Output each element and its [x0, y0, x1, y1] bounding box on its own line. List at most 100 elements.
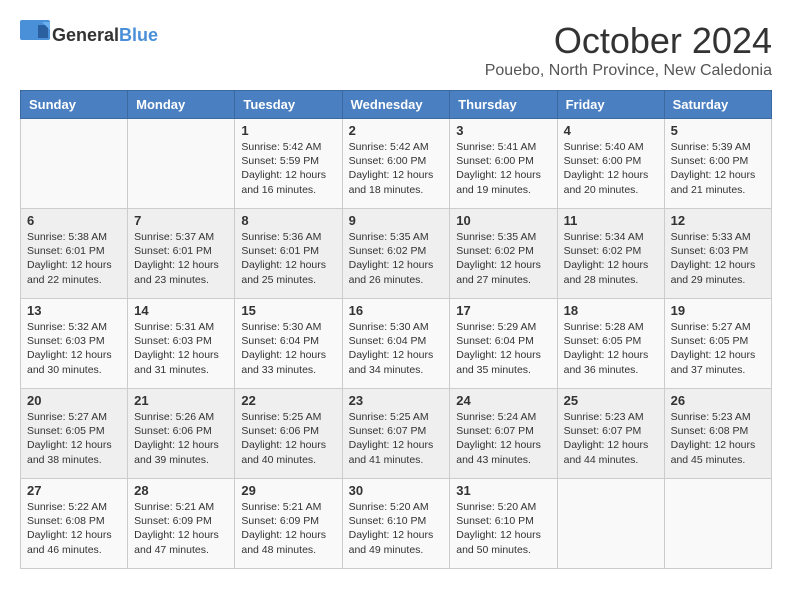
calendar-cell: 19 Sunrise: 5:27 AM Sunset: 6:05 PM Dayli… — [664, 299, 771, 389]
day-info: Sunrise: 5:24 AM Sunset: 6:07 PM Dayligh… — [456, 410, 550, 467]
day-number: 7 — [134, 213, 228, 228]
title-area: October 2024 Pouebo, North Province, New… — [485, 20, 772, 80]
calendar-cell: 6 Sunrise: 5:38 AM Sunset: 6:01 PM Daylig… — [21, 209, 128, 299]
day-info: Sunrise: 5:42 AM Sunset: 6:00 PM Dayligh… — [349, 140, 444, 197]
calendar-week-row: 6 Sunrise: 5:38 AM Sunset: 6:01 PM Daylig… — [21, 209, 772, 299]
day-info: Sunrise: 5:40 AM Sunset: 6:00 PM Dayligh… — [564, 140, 658, 197]
day-info: Sunrise: 5:30 AM Sunset: 6:04 PM Dayligh… — [241, 320, 335, 377]
day-number: 19 — [671, 303, 765, 318]
day-info: Sunrise: 5:20 AM Sunset: 6:10 PM Dayligh… — [349, 500, 444, 557]
day-info: Sunrise: 5:35 AM Sunset: 6:02 PM Dayligh… — [349, 230, 444, 287]
day-number: 10 — [456, 213, 550, 228]
calendar-cell: 12 Sunrise: 5:33 AM Sunset: 6:03 PM Dayli… — [664, 209, 771, 299]
day-info: Sunrise: 5:27 AM Sunset: 6:05 PM Dayligh… — [671, 320, 765, 377]
day-info: Sunrise: 5:41 AM Sunset: 6:00 PM Dayligh… — [456, 140, 550, 197]
day-info: Sunrise: 5:39 AM Sunset: 6:00 PM Dayligh… — [671, 140, 765, 197]
calendar-cell: 4 Sunrise: 5:40 AM Sunset: 6:00 PM Daylig… — [557, 119, 664, 209]
calendar-week-row: 20 Sunrise: 5:27 AM Sunset: 6:05 PM Dayli… — [21, 389, 772, 479]
day-info: Sunrise: 5:25 AM Sunset: 6:06 PM Dayligh… — [241, 410, 335, 467]
day-info: Sunrise: 5:37 AM Sunset: 6:01 PM Dayligh… — [134, 230, 228, 287]
calendar-week-row: 27Sunrise: 5:22 AM Sunset: 6:08 PM Dayli… — [21, 479, 772, 569]
header: GeneralBlue October 2024 Pouebo, North P… — [20, 20, 772, 80]
calendar-cell: 20 Sunrise: 5:27 AM Sunset: 6:05 PM Dayli… — [21, 389, 128, 479]
day-number: 4 — [564, 123, 658, 138]
day-number: 22 — [241, 393, 335, 408]
day-number: 21 — [134, 393, 228, 408]
calendar-header-thursday: Thursday — [450, 91, 557, 119]
day-info: Sunrise: 5:21 AM Sunset: 6:09 PM Dayligh… — [134, 500, 228, 557]
day-number: 20 — [27, 393, 121, 408]
calendar-cell — [557, 479, 664, 569]
day-info: Sunrise: 5:36 AM Sunset: 6:01 PM Dayligh… — [241, 230, 335, 287]
day-info: Sunrise: 5:23 AM Sunset: 6:07 PM Dayligh… — [564, 410, 658, 467]
calendar-cell: 14 Sunrise: 5:31 AM Sunset: 6:03 PM Dayli… — [128, 299, 235, 389]
calendar-cell: 7 Sunrise: 5:37 AM Sunset: 6:01 PM Daylig… — [128, 209, 235, 299]
day-number: 26 — [671, 393, 765, 408]
logo-general-text: General — [52, 25, 119, 45]
calendar-cell: 30 Sunrise: 5:20 AM Sunset: 6:10 PM Dayli… — [342, 479, 450, 569]
day-number: 2 — [349, 123, 444, 138]
day-info: Sunrise: 5:38 AM Sunset: 6:01 PM Dayligh… — [27, 230, 121, 287]
calendar-header-wednesday: Wednesday — [342, 91, 450, 119]
calendar-cell: 23 Sunrise: 5:25 AM Sunset: 6:07 PM Dayli… — [342, 389, 450, 479]
day-number: 23 — [349, 393, 444, 408]
calendar-cell — [128, 119, 235, 209]
day-number: 31 — [456, 483, 550, 498]
day-number: 15 — [241, 303, 335, 318]
calendar-cell: 15 Sunrise: 5:30 AM Sunset: 6:04 PM Dayli… — [235, 299, 342, 389]
day-number: 5 — [671, 123, 765, 138]
logo-icon — [20, 20, 50, 50]
calendar-cell: 1 Sunrise: 5:42 AM Sunset: 5:59 PM Daylig… — [235, 119, 342, 209]
calendar-cell — [21, 119, 128, 209]
calendar-cell: 26 Sunrise: 5:23 AM Sunset: 6:08 PM Dayli… — [664, 389, 771, 479]
calendar-cell: 11Sunrise: 5:34 AM Sunset: 6:02 PM Dayli… — [557, 209, 664, 299]
calendar-header-sunday: Sunday — [21, 91, 128, 119]
calendar-cell: 5 Sunrise: 5:39 AM Sunset: 6:00 PM Daylig… — [664, 119, 771, 209]
day-number: 9 — [349, 213, 444, 228]
day-info: Sunrise: 5:25 AM Sunset: 6:07 PM Dayligh… — [349, 410, 444, 467]
day-info: Sunrise: 5:35 AM Sunset: 6:02 PM Dayligh… — [456, 230, 550, 287]
logo: GeneralBlue — [20, 20, 158, 50]
day-number: 24 — [456, 393, 550, 408]
day-info: Sunrise: 5:31 AM Sunset: 6:03 PM Dayligh… — [134, 320, 228, 377]
day-info: Sunrise: 5:23 AM Sunset: 6:08 PM Dayligh… — [671, 410, 765, 467]
day-number: 13 — [27, 303, 121, 318]
calendar-cell: 17 Sunrise: 5:29 AM Sunset: 6:04 PM Dayli… — [450, 299, 557, 389]
calendar-cell: 24 Sunrise: 5:24 AM Sunset: 6:07 PM Dayli… — [450, 389, 557, 479]
calendar-week-row: 1 Sunrise: 5:42 AM Sunset: 5:59 PM Daylig… — [21, 119, 772, 209]
day-number: 30 — [349, 483, 444, 498]
day-number: 8 — [241, 213, 335, 228]
day-info: Sunrise: 5:33 AM Sunset: 6:03 PM Dayligh… — [671, 230, 765, 287]
calendar-cell: 16Sunrise: 5:30 AM Sunset: 6:04 PM Dayli… — [342, 299, 450, 389]
day-info: Sunrise: 5:32 AM Sunset: 6:03 PM Dayligh… — [27, 320, 121, 377]
day-number: 12 — [671, 213, 765, 228]
day-info: Sunrise: 5:20 AM Sunset: 6:10 PM Dayligh… — [456, 500, 550, 557]
day-info: Sunrise: 5:22 AM Sunset: 6:08 PM Dayligh… — [27, 500, 121, 557]
calendar-cell: 25Sunrise: 5:23 AM Sunset: 6:07 PM Dayli… — [557, 389, 664, 479]
calendar-cell: 13 Sunrise: 5:32 AM Sunset: 6:03 PM Dayli… — [21, 299, 128, 389]
calendar-cell: 2 Sunrise: 5:42 AM Sunset: 6:00 PM Daylig… — [342, 119, 450, 209]
day-number: 6 — [27, 213, 121, 228]
calendar-cell: 28Sunrise: 5:21 AM Sunset: 6:09 PM Dayli… — [128, 479, 235, 569]
day-info: Sunrise: 5:21 AM Sunset: 6:09 PM Dayligh… — [241, 500, 335, 557]
calendar-cell: 21Sunrise: 5:26 AM Sunset: 6:06 PM Dayli… — [128, 389, 235, 479]
day-info: Sunrise: 5:28 AM Sunset: 6:05 PM Dayligh… — [564, 320, 658, 377]
calendar-cell: 27Sunrise: 5:22 AM Sunset: 6:08 PM Dayli… — [21, 479, 128, 569]
calendar-cell: 31 Sunrise: 5:20 AM Sunset: 6:10 PM Dayli… — [450, 479, 557, 569]
day-number: 18 — [564, 303, 658, 318]
calendar-cell: 8 Sunrise: 5:36 AM Sunset: 6:01 PM Daylig… — [235, 209, 342, 299]
day-number: 11 — [564, 213, 658, 228]
day-info: Sunrise: 5:42 AM Sunset: 5:59 PM Dayligh… — [241, 140, 335, 197]
calendar-cell: 9 Sunrise: 5:35 AM Sunset: 6:02 PM Daylig… — [342, 209, 450, 299]
day-number: 17 — [456, 303, 550, 318]
day-info: Sunrise: 5:27 AM Sunset: 6:05 PM Dayligh… — [27, 410, 121, 467]
day-number: 14 — [134, 303, 228, 318]
calendar-cell — [664, 479, 771, 569]
day-number: 1 — [241, 123, 335, 138]
day-info: Sunrise: 5:29 AM Sunset: 6:04 PM Dayligh… — [456, 320, 550, 377]
calendar-cell: 10 Sunrise: 5:35 AM Sunset: 6:02 PM Dayli… — [450, 209, 557, 299]
calendar-header-monday: Monday — [128, 91, 235, 119]
month-title: October 2024 — [485, 20, 772, 62]
calendar-header-friday: Friday — [557, 91, 664, 119]
day-info: Sunrise: 5:30 AM Sunset: 6:04 PM Dayligh… — [349, 320, 444, 377]
